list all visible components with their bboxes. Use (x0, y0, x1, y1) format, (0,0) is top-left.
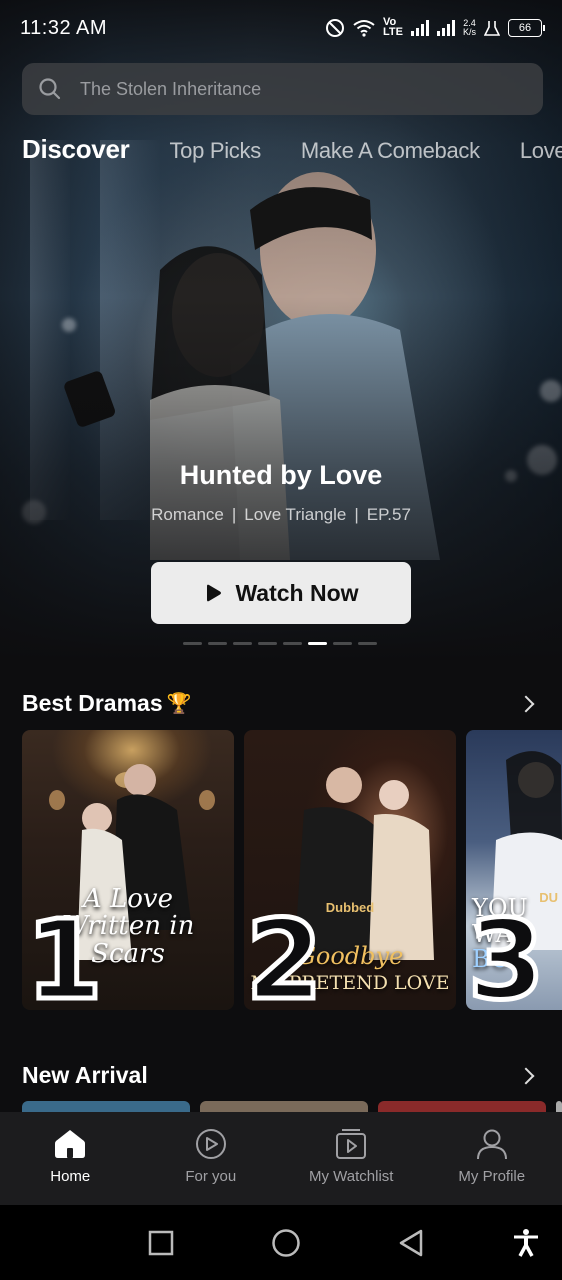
rank-number: 2 (244, 896, 326, 1024)
decor (540, 380, 562, 402)
nav-my-profile[interactable]: My Profile (422, 1112, 562, 1205)
do-not-disturb-icon (326, 19, 345, 37)
decor (62, 318, 76, 332)
search-placeholder: The Stolen Inheritance (80, 78, 262, 99)
profile-icon (476, 1129, 507, 1160)
tab-love[interactable]: Love (520, 138, 562, 164)
home-icon (55, 1130, 86, 1158)
recent-apps-icon[interactable] (148, 1230, 174, 1256)
rank-number: 1 (24, 896, 106, 1024)
search-icon (39, 78, 61, 100)
tag-separator: | (354, 505, 359, 524)
nav-home-label: Home (50, 1168, 91, 1185)
best-dramas-more-chevron-icon[interactable] (517, 695, 535, 713)
nav-my-watchlist-label: My Watchlist (309, 1168, 394, 1185)
battery-level: 66 (518, 22, 532, 34)
search-bar[interactable]: The Stolen Inheritance (22, 63, 543, 115)
lab-flask-icon (484, 21, 500, 36)
carousel-dot[interactable] (333, 642, 352, 645)
nav-my-watchlist[interactable]: My Watchlist (281, 1112, 422, 1205)
system-navigation-bar (0, 1205, 562, 1280)
watchlist-icon (336, 1129, 367, 1159)
nav-my-profile-label: My Profile (458, 1168, 526, 1185)
carousel-dot[interactable] (258, 642, 277, 645)
nav-home[interactable]: Home (0, 1112, 141, 1205)
tab-top-picks[interactable]: Top Picks (169, 138, 261, 164)
tab-make-a-comeback[interactable]: Make A Comeback (301, 138, 480, 164)
hero-tag: Romance (151, 505, 224, 524)
nav-for-you-label: For you (185, 1168, 237, 1185)
new-arrival-heading[interactable]: New Arrival (22, 1062, 148, 1089)
watch-now-label: Watch Now (235, 579, 359, 606)
volte-indicator: Vo LTE (383, 17, 403, 38)
carousel-dot[interactable] (208, 642, 227, 645)
wifi-icon (353, 20, 375, 37)
nav-for-you[interactable]: For you (141, 1112, 282, 1205)
hero-title[interactable]: Hunted by Love (0, 460, 562, 491)
carousel-dot[interactable] (233, 642, 252, 645)
lte-label: LTE (383, 26, 403, 38)
new-arrival-title: New Arrival (22, 1062, 148, 1088)
play-circle-icon (195, 1129, 226, 1159)
new-arrival-more-chevron-icon[interactable] (517, 1067, 535, 1085)
best-dramas-title: Best Dramas (22, 690, 163, 716)
carousel-indicator (183, 642, 377, 645)
best-dramas-heading[interactable]: Best Dramas 🏆 (22, 690, 192, 717)
home-button-icon[interactable] (271, 1228, 301, 1258)
accessibility-icon[interactable] (512, 1228, 540, 1258)
hero-tag: Love Triangle (244, 505, 347, 524)
rank-number: 3 (466, 896, 548, 1024)
category-tabs: Discover Top Picks Make A Comeback Love (22, 134, 562, 165)
tag-separator: | (231, 505, 237, 524)
carousel-dot-active[interactable] (308, 642, 327, 645)
watch-now-button[interactable]: Watch Now (151, 562, 411, 624)
carousel-dot[interactable] (358, 642, 377, 645)
bottom-navigation: Home For you My Watchlist My Profile (0, 1112, 562, 1205)
network-speed: 2.4 K/s (463, 19, 476, 37)
hero-tags: Romance | Love Triangle | EP.57 (0, 505, 562, 525)
hero-episode: EP.57 (366, 505, 411, 524)
battery-icon: 66 (508, 19, 545, 37)
tab-discover[interactable]: Discover (22, 134, 130, 165)
back-icon[interactable] (398, 1229, 424, 1257)
status-bar: 11:32 AM Vo LTE 2.4 K/s 66 (0, 0, 562, 56)
trophy-icon: 🏆 (166, 693, 192, 715)
carousel-dot[interactable] (183, 642, 202, 645)
network-speed-unit: K/s (462, 27, 476, 37)
status-time: 11:32 AM (20, 16, 108, 39)
carousel-dot[interactable] (283, 642, 302, 645)
signal-2-icon (436, 20, 455, 36)
signal-icon (410, 20, 429, 36)
play-icon (207, 584, 222, 602)
